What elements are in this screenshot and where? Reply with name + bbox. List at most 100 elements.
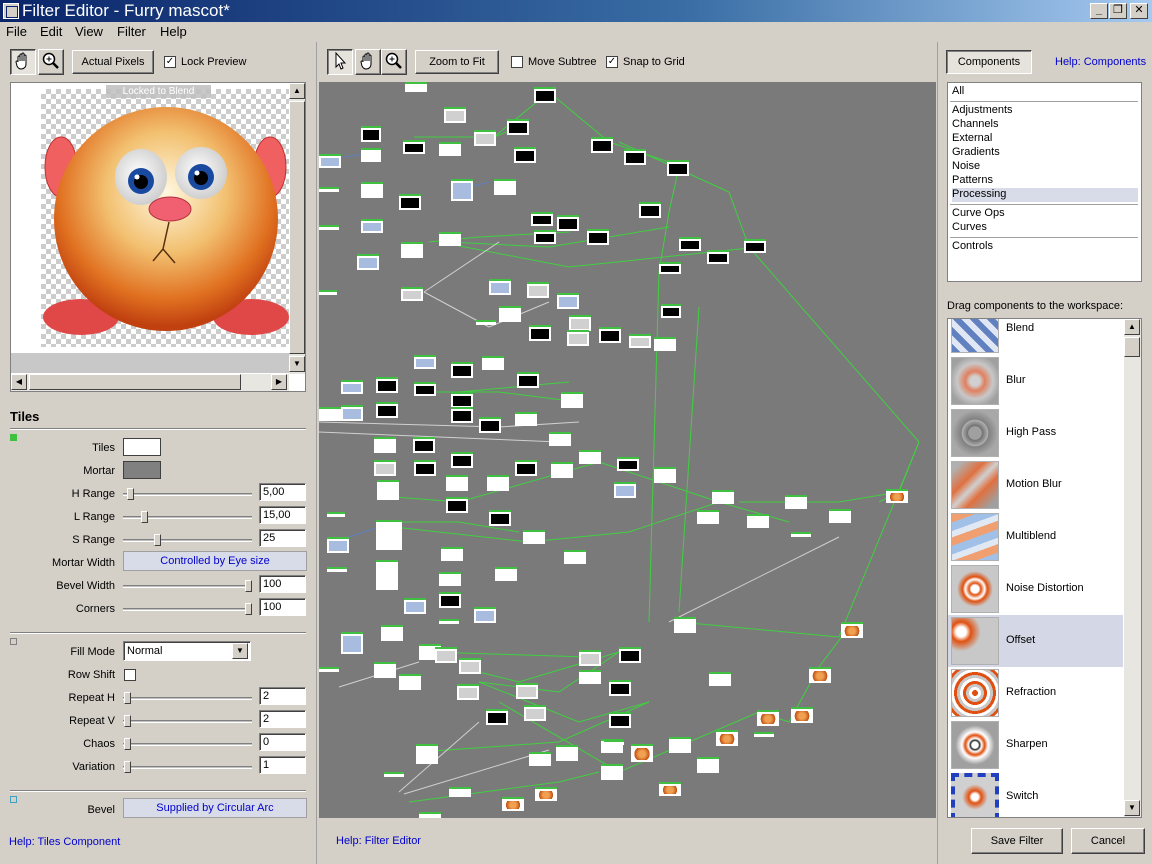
filter-node[interactable] xyxy=(444,107,466,123)
filter-node[interactable] xyxy=(517,372,539,388)
h-range-input[interactable]: 5,00 xyxy=(259,483,306,501)
bevel-width-slider[interactable] xyxy=(123,585,252,588)
component-sharpen[interactable]: Sharpen xyxy=(948,719,1123,771)
filter-node[interactable] xyxy=(624,149,646,165)
filter-node[interactable] xyxy=(791,532,811,537)
minimize-button[interactable]: _ xyxy=(1090,3,1108,19)
filter-node[interactable] xyxy=(451,407,473,423)
filter-node[interactable] xyxy=(531,212,553,226)
filter-node[interactable] xyxy=(399,194,421,210)
filter-node[interactable] xyxy=(384,772,404,777)
component-blend[interactable]: Blend xyxy=(948,319,1123,355)
menu-help[interactable]: Help xyxy=(160,24,187,39)
filter-node[interactable] xyxy=(659,782,681,796)
palette-vscrollbar[interactable]: ▲ ▼ xyxy=(1124,319,1141,817)
filter-node[interactable] xyxy=(479,417,501,433)
filter-node[interactable] xyxy=(376,560,398,590)
variation-slider-knob[interactable] xyxy=(124,761,131,773)
s-range-slider[interactable] xyxy=(123,539,252,542)
filter-node[interactable] xyxy=(459,658,481,674)
repeat-v-input[interactable]: 2 xyxy=(259,710,306,728)
filter-node[interactable] xyxy=(451,452,473,468)
filter-node[interactable] xyxy=(524,705,546,721)
filter-node[interactable] xyxy=(716,730,738,746)
zoom-to-fit-button[interactable]: Zoom to Fit xyxy=(415,50,499,74)
corners-slider[interactable] xyxy=(123,608,252,611)
filter-node[interactable] xyxy=(486,709,508,725)
filter-node[interactable] xyxy=(451,392,473,408)
chaos-slider-knob[interactable] xyxy=(124,738,131,750)
component-blur[interactable]: Blur xyxy=(948,355,1123,407)
help-components-link[interactable]: Help: Components xyxy=(1055,56,1146,68)
node-workspace[interactable]: (function(){ var nodes = [ [86,0,22,10,'… xyxy=(319,82,936,818)
filter-node[interactable] xyxy=(441,547,463,561)
component-refraction[interactable]: Refraction xyxy=(948,667,1123,719)
filter-node[interactable] xyxy=(404,598,426,614)
filter-node[interactable] xyxy=(474,607,496,623)
corners-input[interactable]: 100 xyxy=(259,598,306,616)
pan-tool-button[interactable] xyxy=(355,49,381,75)
category-processing[interactable]: Processing xyxy=(952,188,1138,202)
h-range-slider-knob[interactable] xyxy=(127,488,134,500)
category-noise[interactable]: Noise xyxy=(952,160,1138,174)
filter-node[interactable] xyxy=(361,182,383,198)
filter-node[interactable] xyxy=(419,812,441,818)
filter-node[interactable] xyxy=(319,225,339,230)
filter-node[interactable] xyxy=(579,650,601,666)
filter-node[interactable] xyxy=(403,140,425,154)
filter-node[interactable] xyxy=(319,407,341,421)
filter-node[interactable] xyxy=(414,460,436,476)
filter-node[interactable] xyxy=(579,670,601,684)
filter-node[interactable] xyxy=(697,510,719,524)
fill-mode-select[interactable]: Normal ▼ xyxy=(123,641,251,661)
filter-node[interactable] xyxy=(654,337,676,351)
filter-node[interactable] xyxy=(476,320,496,325)
lock-preview-checkbox[interactable]: ✓ xyxy=(164,56,176,68)
filter-node[interactable] xyxy=(654,467,676,483)
filter-node[interactable] xyxy=(319,187,339,192)
filter-node[interactable] xyxy=(619,647,641,663)
corners-slider-knob[interactable] xyxy=(245,603,252,615)
variation-input[interactable]: 1 xyxy=(259,756,306,774)
filter-node[interactable] xyxy=(319,154,341,168)
filter-node[interactable] xyxy=(341,632,363,654)
filter-node[interactable] xyxy=(439,592,461,608)
filter-node[interactable] xyxy=(449,787,471,797)
filter-node[interactable] xyxy=(327,512,345,517)
filter-node[interactable] xyxy=(561,392,583,408)
filter-node[interactable] xyxy=(399,674,421,690)
filter-node[interactable] xyxy=(451,179,473,201)
filter-node[interactable] xyxy=(374,662,396,678)
filter-node[interactable] xyxy=(361,126,381,142)
filter-node[interactable] xyxy=(529,325,551,341)
filter-node[interactable] xyxy=(401,242,423,258)
s-range-input[interactable]: 25 xyxy=(259,529,306,547)
filter-node[interactable] xyxy=(527,282,549,298)
filter-node[interactable] xyxy=(591,137,613,153)
help-tiles-link[interactable]: Help: Tiles Component xyxy=(9,836,120,848)
filter-node[interactable] xyxy=(557,293,579,309)
filter-node[interactable] xyxy=(886,489,908,503)
chevron-down-icon[interactable]: ▼ xyxy=(232,643,248,659)
filter-node[interactable] xyxy=(474,130,496,146)
filter-node[interactable] xyxy=(667,160,689,176)
filter-node[interactable] xyxy=(556,745,578,761)
filter-node[interactable] xyxy=(405,82,427,92)
actual-pixels-button[interactable]: Actual Pixels xyxy=(72,50,154,74)
filter-node[interactable] xyxy=(679,237,701,251)
filter-node[interactable] xyxy=(327,537,349,553)
move-subtree-checkbox[interactable] xyxy=(511,56,523,68)
filter-node[interactable] xyxy=(659,262,681,274)
filter-node[interactable] xyxy=(754,732,774,737)
filter-node[interactable] xyxy=(631,744,653,762)
filter-node[interactable] xyxy=(361,219,383,233)
menu-view[interactable]: View xyxy=(75,24,103,39)
palette-scroll-thumb[interactable] xyxy=(1124,337,1140,357)
zoom-tool-button[interactable] xyxy=(38,49,64,75)
filter-node[interactable] xyxy=(489,279,511,295)
menu-edit[interactable]: Edit xyxy=(40,24,62,39)
filter-node[interactable] xyxy=(361,148,381,162)
filter-node[interactable] xyxy=(374,460,396,476)
category-gradients[interactable]: Gradients xyxy=(952,146,1138,160)
filter-node[interactable] xyxy=(747,514,769,528)
